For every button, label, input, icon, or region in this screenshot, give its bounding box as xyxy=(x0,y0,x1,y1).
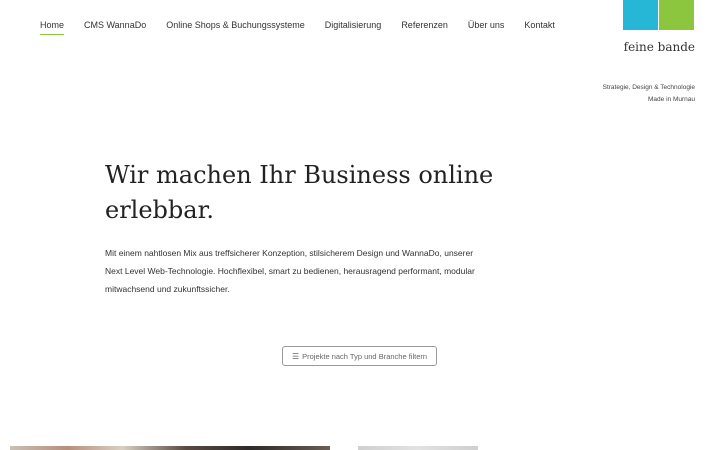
nav-item-ueber-uns[interactable]: Über uns xyxy=(468,20,505,35)
tagline: Strategie, Design & Technologie Made in … xyxy=(603,82,695,106)
tagline-line-1: Strategie, Design & Technologie xyxy=(602,84,695,91)
nav-item-cms-wannado[interactable]: CMS WannaDo xyxy=(84,20,146,35)
logo-squares xyxy=(623,0,695,30)
nav-item-digitalisierung[interactable]: Digitalisierung xyxy=(325,20,382,35)
logo-wordmark: feine bande xyxy=(623,40,695,54)
sliders-icon: ☰ xyxy=(291,351,300,361)
filter-projects-button[interactable]: ☰ Projekte nach Typ und Branche filtern xyxy=(282,346,437,366)
tagline-line-2: Made in Murnau xyxy=(648,96,695,103)
hero-intro: Mit einem nahtlosen Mix aus treffsichere… xyxy=(105,248,475,294)
brand-logo[interactable]: feine bande xyxy=(623,0,695,54)
main-nav: Home CMS WannaDo Online Shops & Buchungs… xyxy=(40,20,575,35)
nav-item-online-shops[interactable]: Online Shops & Buchungssysteme xyxy=(166,20,305,35)
nav-item-home[interactable]: Home xyxy=(40,20,65,35)
logo-square-blue xyxy=(623,0,658,30)
project-teaser-image[interactable] xyxy=(10,446,330,450)
hero-headline: Wir machen Ihr Business online erlebbar. xyxy=(105,161,494,224)
nav-item-referenzen[interactable]: Referenzen xyxy=(401,20,448,35)
nav-item-kontakt[interactable]: Kontakt xyxy=(524,20,555,35)
logo-square-green xyxy=(659,0,694,30)
filter-projects-label: Projekte nach Typ und Branche filtern xyxy=(302,351,428,361)
project-teaser-text xyxy=(358,446,478,450)
